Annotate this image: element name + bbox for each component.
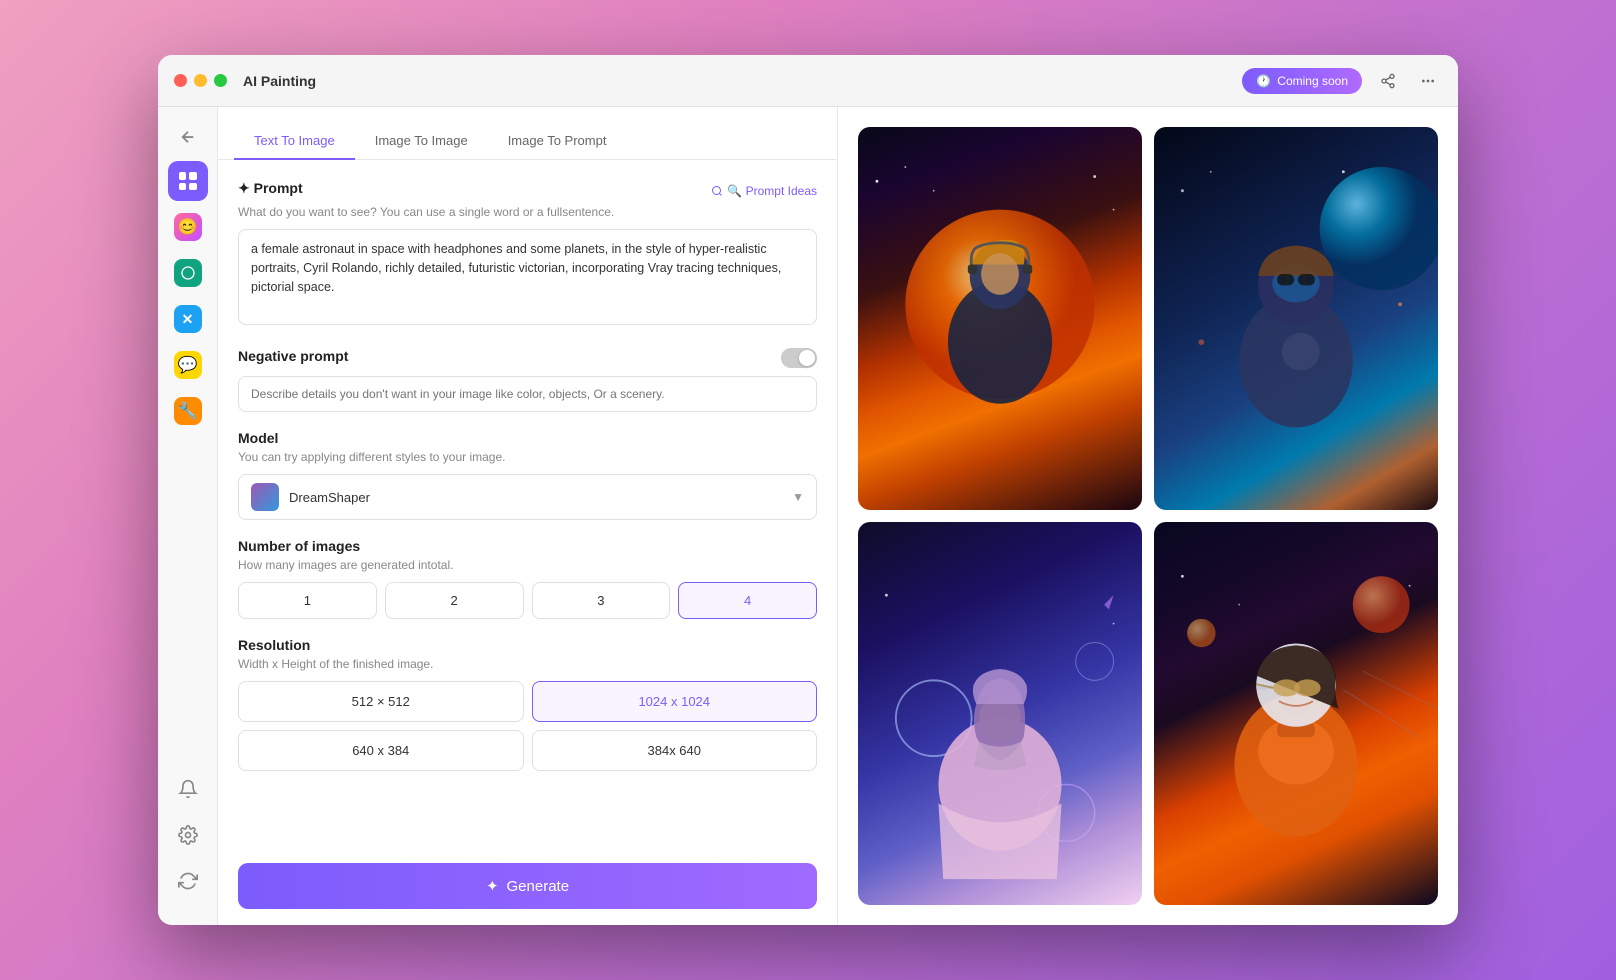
num-images-sublabel: How many images are generated intotal. <box>238 558 817 572</box>
model-sublabel: You can try applying different styles to… <box>238 450 817 464</box>
toggle-knob <box>799 350 815 366</box>
model-selector[interactable]: DreamShaper ▼ <box>238 474 817 520</box>
sidebar-bottom <box>168 769 208 913</box>
image-grid <box>838 107 1458 925</box>
left-panel: Text To Image Image To Image Image To Pr… <box>218 107 838 925</box>
model-section: Model You can try applying different sty… <box>238 430 817 520</box>
num-images-grid: 1 2 3 4 <box>238 582 817 619</box>
sidebar-item-grid[interactable] <box>168 161 208 201</box>
close-button[interactable] <box>174 74 187 87</box>
image-4[interactable] <box>1154 522 1438 905</box>
num-images-3[interactable]: 3 <box>532 582 671 619</box>
more-options-button[interactable] <box>1414 67 1442 95</box>
form-area: ✦ Prompt 🔍 Prompt Ideas What do you want… <box>218 160 837 847</box>
sidebar-back-button[interactable] <box>170 119 206 155</box>
num-images-4[interactable]: 4 <box>678 582 817 619</box>
negative-prompt-section: Negative prompt <box>238 348 817 412</box>
app-title: AI Painting <box>243 73 1242 89</box>
maximize-button[interactable] <box>214 74 227 87</box>
negative-prompt-input[interactable] <box>238 376 817 412</box>
sidebar-item-chatgpt[interactable] <box>168 253 208 293</box>
prompt-label: ✦ Prompt <box>238 180 303 197</box>
model-thumbnail <box>251 483 279 511</box>
image-2[interactable] <box>1154 127 1438 510</box>
sidebar-item-xshare[interactable]: ✕ <box>168 299 208 339</box>
num-images-section: Number of images How many images are gen… <box>238 538 817 619</box>
resolution-1024[interactable]: 1024 x 1024 <box>532 681 818 722</box>
image-1[interactable] <box>858 127 1142 510</box>
sidebar: 😊 ✕ 💬 🔧 <box>158 107 218 925</box>
tab-image-to-prompt[interactable]: Image To Prompt <box>488 123 627 160</box>
model-label: Model <box>238 430 817 446</box>
resolution-section: Resolution Width x Height of the finishe… <box>238 637 817 771</box>
negative-prompt-label: Negative prompt <box>238 348 348 364</box>
sidebar-item-face[interactable]: 😊 <box>168 207 208 247</box>
sidebar-item-refresh[interactable] <box>168 861 208 901</box>
chevron-down-icon: ▼ <box>792 490 804 504</box>
image-3[interactable] <box>858 522 1142 905</box>
sidebar-item-tools[interactable]: 🔧 <box>168 391 208 431</box>
prompt-input[interactable]: a female astronaut in space with headpho… <box>238 229 817 325</box>
share-button[interactable] <box>1374 67 1402 95</box>
prompt-sublabel: What do you want to see? You can use a s… <box>238 205 817 219</box>
model-name: DreamShaper <box>289 490 782 505</box>
num-images-2[interactable]: 2 <box>385 582 524 619</box>
generate-label: Generate <box>507 878 570 895</box>
resolution-640x384[interactable]: 640 x 384 <box>238 730 524 771</box>
prompt-ideas-link[interactable]: 🔍 Prompt Ideas <box>711 184 817 198</box>
sidebar-item-settings[interactable] <box>168 815 208 855</box>
resolution-sublabel: Width x Height of the finished image. <box>238 657 817 671</box>
coming-soon-button[interactable]: 🕐 Coming soon <box>1242 68 1362 94</box>
tabs: Text To Image Image To Image Image To Pr… <box>218 107 837 160</box>
resolution-512[interactable]: 512 × 512 <box>238 681 524 722</box>
titlebar: AI Painting 🕐 Coming soon <box>158 55 1458 107</box>
prompt-section-header: ✦ Prompt 🔍 Prompt Ideas <box>238 180 817 201</box>
titlebar-actions: 🕐 Coming soon <box>1242 67 1442 95</box>
negative-prompt-header: Negative prompt <box>238 348 817 368</box>
num-images-1[interactable]: 1 <box>238 582 377 619</box>
tab-image-to-image[interactable]: Image To Image <box>355 123 488 160</box>
resolution-grid: 512 × 512 1024 x 1024 640 x 384 384x 640 <box>238 681 817 771</box>
resolution-label: Resolution <box>238 637 817 653</box>
generate-button[interactable]: ✦ Generate <box>238 863 817 909</box>
main-layout: 😊 ✕ 💬 🔧 <box>158 107 1458 925</box>
clock-icon: 🕐 <box>1256 74 1271 88</box>
app-window: AI Painting 🕐 Coming soon <box>158 55 1458 925</box>
tab-text-to-image[interactable]: Text To Image <box>234 123 355 160</box>
negative-prompt-toggle[interactable] <box>781 348 817 368</box>
generate-icon: ✦ <box>486 877 499 895</box>
sidebar-item-message[interactable]: 💬 <box>168 345 208 385</box>
sidebar-item-notifications[interactable] <box>168 769 208 809</box>
num-images-label: Number of images <box>238 538 817 554</box>
resolution-384x640[interactable]: 384x 640 <box>532 730 818 771</box>
minimize-button[interactable] <box>194 74 207 87</box>
traffic-lights <box>174 74 227 87</box>
